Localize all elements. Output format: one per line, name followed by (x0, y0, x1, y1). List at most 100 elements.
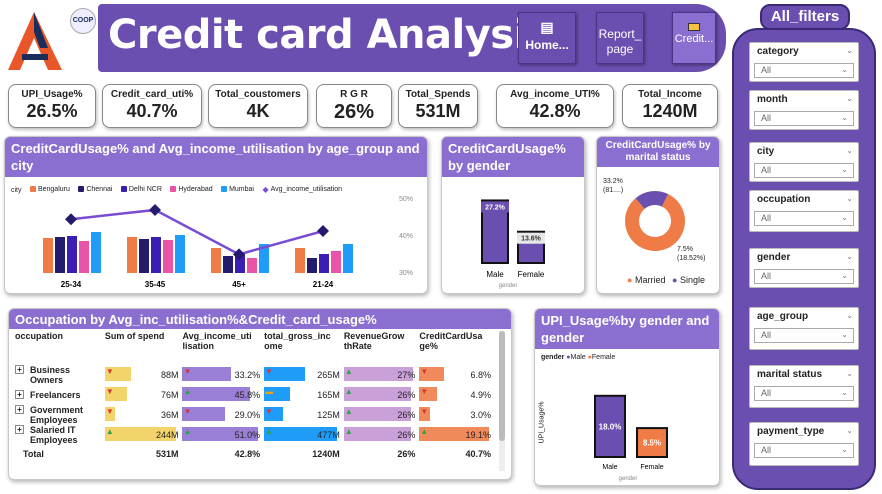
home-nav-button[interactable]: ▤ Home... (518, 12, 576, 64)
down-triangle-icon: ▼ (183, 367, 192, 376)
column-header[interactable]: occupation (13, 331, 103, 365)
filter-label: payment_type (757, 426, 825, 437)
chevron-down-icon[interactable]: ⌄ (846, 252, 853, 261)
bar[interactable] (163, 240, 173, 273)
expand-row-icon[interactable]: + (15, 425, 24, 434)
marital-status-chart-panel: CreditCardUsage% by marital status 33.2%… (596, 136, 720, 294)
bar[interactable] (139, 239, 149, 273)
up-triangle-icon: ▲ (265, 427, 274, 436)
table-scrollbar[interactable] (499, 331, 505, 471)
kpi-label: Total_Income (638, 89, 702, 100)
cell-value: 36M (160, 410, 179, 420)
line-point[interactable] (65, 213, 77, 226)
cell-value: 26% (397, 410, 416, 420)
chevron-down-icon[interactable]: ⌄ (846, 311, 853, 320)
bar[interactable] (67, 236, 77, 273)
expand-row-icon[interactable]: + (15, 365, 24, 374)
filter-value: All (761, 445, 772, 455)
chevron-down-icon[interactable]: ⌄ (846, 46, 853, 55)
column-header[interactable]: CreditCardUsa ge% (417, 331, 493, 365)
filters-title: All_filters (770, 8, 840, 25)
table-cell: ▼ 88M (103, 365, 181, 385)
marital-label-single-text: 7.5% (18.52%) (677, 246, 706, 262)
bar[interactable] (79, 241, 89, 273)
filter-marital-status[interactable]: marital status ⌄ All ⌄ (749, 365, 859, 408)
x-tick-label: Female (640, 464, 663, 471)
expand-row-icon[interactable]: + (15, 390, 24, 399)
legend-dot-icon: ● (671, 275, 678, 285)
filter-value: All (761, 213, 772, 223)
bar[interactable] (43, 238, 53, 273)
bar[interactable] (295, 248, 305, 273)
column-header[interactable]: total_gross_inc ome (262, 331, 342, 365)
age-chart-title: CreditCardUsage% and Avg_income_utilisat… (5, 137, 427, 177)
chevron-down-icon[interactable]: ⌄ (846, 94, 853, 103)
page-title: Credit card Analysis (108, 12, 551, 58)
expand-row-icon[interactable]: + (15, 405, 24, 414)
down-triangle-icon: ▼ (265, 407, 274, 416)
filter-dropdown[interactable]: All ⌄ (754, 269, 854, 284)
bar[interactable] (91, 232, 101, 273)
bar[interactable] (127, 237, 137, 273)
filter-category[interactable]: category ⌄ All ⌄ (749, 42, 859, 82)
filter-dropdown[interactable]: All ⌄ (754, 111, 854, 126)
filter-label: occupation (757, 194, 811, 205)
filter-occupation[interactable]: occupation ⌄ All ⌄ (749, 190, 859, 232)
cell-value: Salaried IT Employees (30, 425, 78, 445)
chevron-down-icon[interactable]: ⌄ (846, 426, 853, 435)
table-total-row: Total 531M 42.8% 1240M 26% 40.7% (13, 445, 493, 463)
table-row[interactable]: + Business Owners ▼ 88M ▼ 33.2% ▼ 265M ▲ … (13, 365, 493, 385)
kpi-label: Avg_income_UTI% (510, 89, 600, 100)
coop-badge-text: COOP (72, 17, 94, 24)
cell-value: 4.9% (470, 390, 491, 400)
filter-city[interactable]: city ⌄ All ⌄ (749, 142, 859, 182)
chevron-down-icon[interactable]: ⌄ (846, 146, 853, 155)
chevron-down-icon[interactable]: ⌄ (846, 369, 853, 378)
x-tick-label: 21-24 (313, 280, 334, 289)
kpi-label: Credit_card_uti% (110, 89, 194, 100)
credit-nav-button[interactable]: Credit... (672, 12, 716, 64)
filter-dropdown[interactable]: All ⌄ (754, 386, 854, 401)
scrollbar-thumb[interactable] (499, 331, 505, 441)
column-header[interactable]: Avg_income_uti lisation (180, 331, 262, 365)
bar[interactable] (319, 254, 329, 273)
data-label: 8.5% (643, 439, 661, 448)
bar[interactable] (151, 237, 161, 273)
column-header[interactable]: RevenueGrow thRate (342, 331, 418, 365)
bar[interactable] (343, 244, 353, 273)
table-cell: ▼ 33.2% (180, 365, 262, 385)
bar[interactable] (331, 251, 341, 273)
data-label: 18.0% (599, 422, 622, 431)
filter-age-group[interactable]: age_group ⌄ All ⌄ (749, 307, 859, 350)
line-point[interactable] (149, 203, 161, 216)
bar[interactable] (211, 248, 221, 273)
filter-dropdown[interactable]: All ⌄ (754, 443, 854, 458)
bar[interactable] (223, 256, 233, 273)
table-cell: ▲ 51.0% (180, 425, 262, 445)
table-cell: ▬ 165M (262, 385, 342, 405)
chevron-down-icon[interactable]: ⌄ (846, 194, 853, 203)
filter-value: All (761, 65, 772, 75)
x-tick-label: Female (518, 270, 545, 279)
down-triangle-icon: ▼ (420, 407, 429, 416)
bar[interactable] (175, 235, 185, 273)
filter-dropdown[interactable]: All ⌄ (754, 163, 854, 178)
filter-dropdown[interactable]: All ⌄ (754, 63, 854, 78)
credit-nav-label: Credit... (674, 33, 714, 45)
bar[interactable] (247, 258, 257, 273)
table-row[interactable]: + Freelancers ▼ 76M ▲ 45.8% ▬ 165M ▲ 26% … (13, 385, 493, 405)
column-header[interactable]: Sum of spend (103, 331, 181, 365)
kpi-card-total-spends: Total_Spends 531M (398, 84, 478, 128)
filter-month[interactable]: month ⌄ All ⌄ (749, 90, 859, 130)
filter-dropdown[interactable]: All ⌄ (754, 211, 854, 226)
filter-payment-type[interactable]: payment_type ⌄ All ⌄ (749, 422, 859, 466)
bar[interactable] (307, 258, 317, 273)
report-page-nav-button[interactable]: Report_ page (596, 12, 644, 64)
filter-dropdown[interactable]: All ⌄ (754, 328, 854, 343)
filter-gender[interactable]: gender ⌄ All ⌄ (749, 248, 859, 288)
table-row[interactable]: + Government Employees ▼ 36M ▼ 29.0% ▼ 12… (13, 405, 493, 425)
cell-value: 88M (160, 370, 179, 380)
bar[interactable] (55, 237, 65, 273)
line-point[interactable] (317, 225, 329, 238)
table-row[interactable]: + Salaried IT Employees ▲ 244M ▲ 51.0% ▲ … (13, 425, 493, 445)
